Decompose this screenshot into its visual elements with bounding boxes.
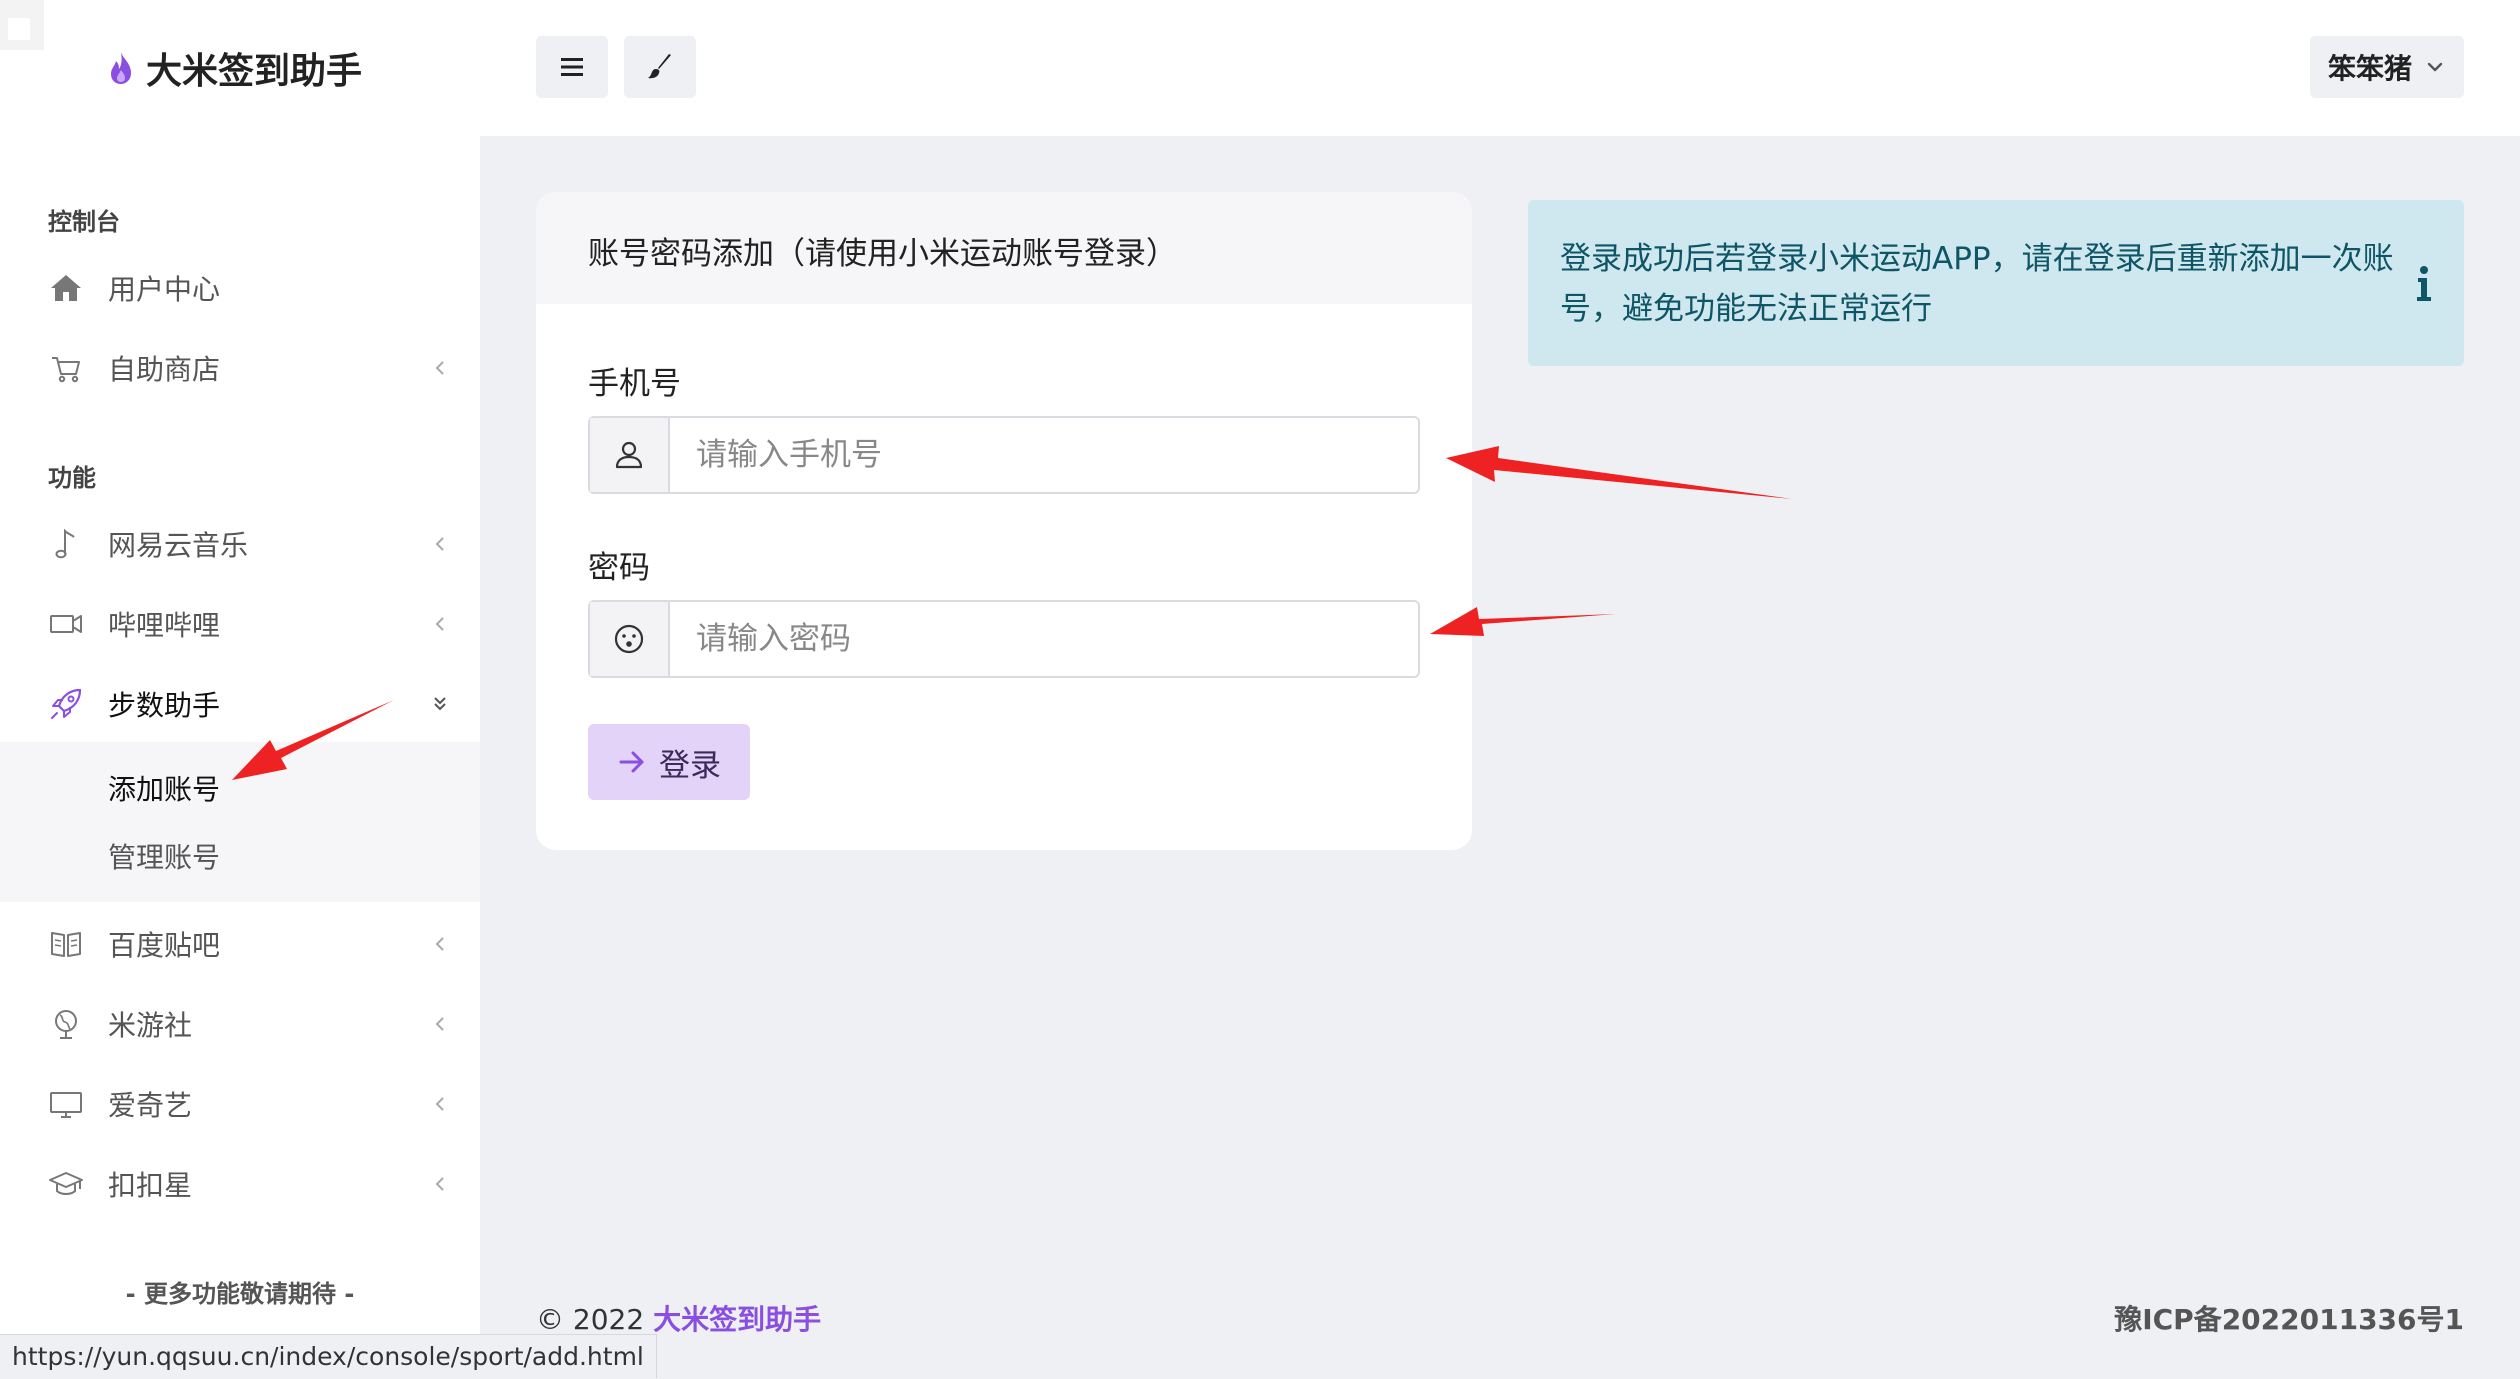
phone-label: 手机号: [588, 366, 681, 402]
sidebar-item-label: 哔哩哔哩: [108, 609, 221, 642]
arrow-right-icon: [619, 751, 644, 773]
sidebar-item-miyoushe[interactable]: 米游社: [0, 994, 480, 1054]
info-icon: [2417, 266, 2431, 301]
chevron-left-icon: [435, 537, 444, 551]
step-assistant-submenu: 添加账号 管理账号: [0, 742, 480, 902]
sidebar-item-label: 步数助手: [108, 689, 221, 722]
sidebar-item-step-assistant[interactable]: 步数助手: [0, 674, 480, 734]
sidebar-item-netease-music[interactable]: 网易云音乐: [0, 514, 480, 574]
sidebar-item-label: 自助商店: [108, 353, 221, 386]
phone-input[interactable]: [670, 418, 1418, 492]
sidebar-section-console: 控制台: [48, 208, 120, 236]
top-header: 大米签到助手 笨笨猪: [0, 0, 2520, 136]
chevron-double-down-icon: [434, 697, 446, 711]
sidebar-item-label: 网易云音乐: [108, 529, 249, 562]
footer-brand-link[interactable]: 大米签到助手: [653, 1303, 821, 1336]
submenu-item-add-account[interactable]: 添加账号: [108, 768, 220, 808]
cart-icon: [48, 350, 84, 386]
user-name: 笨笨猪: [2327, 52, 2412, 85]
window-corner-box: [0, 0, 44, 50]
add-account-card: 账号密码添加（请使用小米运动账号登录） 手机号 密码 登录: [536, 192, 1472, 850]
chevron-left-icon: [435, 937, 444, 951]
sidebar-item-iqiyi[interactable]: 爱奇艺: [0, 1074, 480, 1134]
password-input-group: [588, 600, 1420, 678]
sidebar-item-bilibili[interactable]: 哔哩哔哩: [0, 594, 480, 654]
annotation-arrow-phone: [1446, 446, 1792, 499]
chevron-left-icon: [435, 361, 444, 375]
brand-title: 大米签到助手: [146, 51, 363, 92]
brand-logo[interactable]: 大米签到助手: [106, 44, 362, 92]
copyright: © 2022 大米签到助手: [536, 1298, 821, 1338]
sidebar-section-features: 功能: [48, 464, 96, 492]
sidebar-more-coming-soon: - 更多功能敬请期待 -: [125, 1280, 355, 1308]
phone-input-group: [588, 416, 1420, 494]
user-icon: [615, 441, 643, 469]
sidebar-item-self-service-shop[interactable]: 自助商店: [0, 338, 480, 398]
alert-message: 登录成功后若登录小米运动APP，请在登录后重新添加一次账号，避免功能无法正常运行: [1560, 241, 2394, 327]
video-camera-icon: [48, 606, 84, 642]
paintbrush-icon: [648, 54, 671, 79]
sidebar-item-baidu-tieba[interactable]: 百度贴吧: [0, 914, 480, 974]
hamburger-menu-icon: [561, 58, 583, 76]
copyright-prefix: © 2022: [536, 1303, 645, 1336]
home-icon: [48, 270, 84, 306]
sidebar-item-label: 米游社: [108, 1009, 193, 1042]
sidebar-item-label: 用户中心: [108, 273, 221, 306]
rocket-icon: [48, 686, 84, 722]
monitor-icon: [48, 1086, 84, 1122]
chevron-left-icon: [435, 1097, 444, 1111]
card-title: 账号密码添加（请使用小米运动账号登录）: [588, 236, 1177, 272]
submenu-item-manage-accounts[interactable]: 管理账号: [108, 836, 220, 876]
password-label: 密码: [588, 550, 650, 586]
phone-addon: [590, 418, 670, 492]
music-note-icon: [48, 526, 84, 562]
chevron-left-icon: [435, 617, 444, 631]
sidebar-item-user-center[interactable]: 用户中心: [0, 258, 480, 318]
graduation-cap-icon: [48, 1166, 84, 1202]
chevron-left-icon: [435, 1017, 444, 1031]
sidebar-item-kouk-star[interactable]: 扣扣星: [0, 1154, 480, 1214]
info-alert: 登录成功后若登录小米运动APP，请在登录后重新添加一次账号，避免功能无法正常运行: [1528, 200, 2464, 366]
login-button[interactable]: 登录: [588, 724, 750, 800]
status-bar-url: https://yun.qqsuu.cn/index/console/sport…: [0, 1334, 657, 1378]
password-addon: [590, 602, 670, 676]
theme-button[interactable]: [624, 36, 696, 98]
flame-icon: [111, 52, 131, 84]
sidebar-item-label: 百度贴吧: [108, 929, 221, 962]
chevron-down-icon: [2427, 62, 2443, 72]
book-icon: [48, 926, 84, 962]
login-button-label: 登录: [659, 747, 721, 784]
sidebar-item-label: 扣扣星: [108, 1169, 193, 1202]
password-input[interactable]: [670, 602, 1418, 676]
sidebar: 控制台 用户中心 自助商店 功能 网易云音乐 哔哩哔哩 步数助手 添加账号 管理…: [0, 136, 480, 1378]
user-menu-button[interactable]: 笨笨猪: [2310, 36, 2464, 98]
smiley-face-icon: [614, 624, 644, 654]
card-header: 账号密码添加（请使用小米运动账号登录）: [536, 192, 1472, 304]
globe-icon: [48, 1006, 84, 1042]
icp-license[interactable]: 豫ICP备2022011336号1: [2114, 1298, 2464, 1338]
sidebar-toggle-button[interactable]: [536, 36, 608, 98]
sidebar-item-label: 爱奇艺: [108, 1089, 193, 1122]
chevron-left-icon: [435, 1177, 444, 1191]
